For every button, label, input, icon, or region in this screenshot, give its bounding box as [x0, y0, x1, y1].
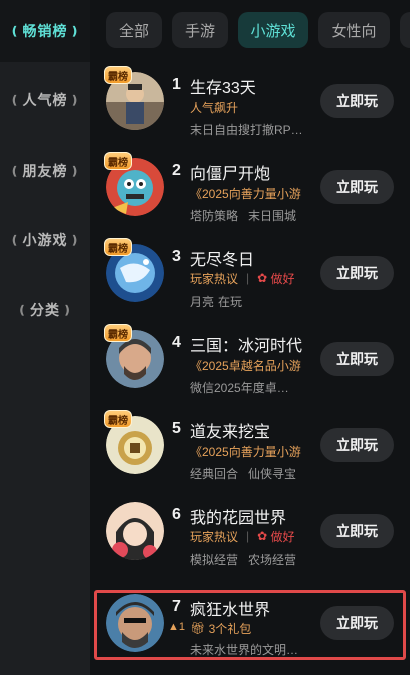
- game-tag: 人气飙升: [190, 101, 239, 115]
- game-genres: 塔防策略 末日围城: [190, 207, 306, 224]
- game-subtitle: 末日自由搜打撤RP…: [190, 123, 303, 137]
- genre-label: 农场经营: [248, 553, 297, 567]
- hot-label: 玩家热议: [190, 529, 239, 544]
- friends-playing: 月亮 在玩: [190, 293, 252, 310]
- top-rank-badge: 霸榜: [104, 66, 132, 84]
- laurel-left-icon: ❪: [9, 93, 21, 107]
- rank-number: 5: [172, 420, 181, 437]
- sidebar-item-label: 人气榜: [22, 92, 68, 108]
- play-now-button[interactable]: 立即玩: [320, 514, 394, 548]
- top-rank-badge: 霸榜: [104, 152, 132, 170]
- top-rank-badge: 霸榜: [104, 410, 132, 428]
- rank-number: 4: [172, 334, 181, 351]
- sidebar-item-label: 畅销榜: [22, 23, 68, 39]
- playing-label: 在玩: [218, 295, 243, 309]
- friend-name: 月亮: [190, 295, 215, 309]
- game-ranking-list: 霸榜 1 生存33天 人气飙升 末日自由搜打撤RP… 立即玩 霸榜 2 向僵尸开…: [90, 62, 410, 675]
- top-rank-badge: 霸榜: [104, 324, 132, 342]
- laurel-right-icon: ❫: [69, 233, 81, 247]
- game-title: 道友来挖宝: [190, 424, 271, 441]
- sidebar-item-label: 分类: [30, 302, 60, 318]
- list-item[interactable]: 霸榜 2 向僵尸开炮 《2025向善力量小游 塔防策略 末日围城 立即玩: [90, 148, 410, 234]
- divider: |: [246, 529, 250, 543]
- game-title: 三国：冰河时代: [190, 338, 303, 355]
- tab-label: 女性向: [331, 22, 377, 40]
- list-item[interactable]: 霸榜 1 生存33天 人气飙升 末日自由搜打撤RP… 立即玩: [90, 62, 410, 148]
- play-now-button[interactable]: 立即玩: [320, 428, 394, 462]
- list-item[interactable]: 6 我的花园世界 玩家热议 | ✿ 做好 模拟经营 农场经营 立即玩: [90, 492, 410, 578]
- hot-label: 玩家热议: [190, 271, 239, 286]
- award-tag: 《2025卓越名品小游: [190, 359, 301, 373]
- rank-number: 1: [172, 76, 181, 93]
- sidebar-item-label: 朋友榜: [22, 163, 68, 179]
- game-title: 向僵尸开炮: [190, 166, 271, 183]
- play-now-button[interactable]: 立即玩: [320, 256, 394, 290]
- genre-label: 模拟经营: [190, 553, 239, 567]
- sidebar-item-category[interactable]: ❪ 分类 ❫: [0, 290, 90, 330]
- genre-label: 塔防策略: [190, 209, 239, 223]
- play-now-button[interactable]: 立即玩: [320, 342, 394, 376]
- divider: |: [246, 271, 250, 285]
- game-genres: 经典回合 仙侠寻宝: [190, 465, 306, 482]
- genre-label: 经典回合: [190, 467, 239, 481]
- list-item[interactable]: 霸榜 5 道友来挖宝 《2025向善力量小游 经典回合 仙侠寻宝 立即玩: [90, 406, 410, 492]
- laurel-right-icon: ❫: [69, 164, 81, 178]
- hot-discussion: 玩家热议 | ✿ 做好: [190, 527, 295, 545]
- play-now-button[interactable]: 立即玩: [320, 84, 394, 118]
- game-title: 生存33天: [190, 80, 256, 97]
- tab-female[interactable]: 女性向: [318, 12, 390, 48]
- laurel-right-icon: ❫: [62, 303, 74, 317]
- award-tag: 《2025向善力量小游: [190, 187, 301, 201]
- rank-number: 2: [172, 162, 181, 179]
- list-item[interactable]: 霸榜 3 无尽冬日 玩家热议 | ✿ 做好 月亮 在玩 立即玩: [90, 234, 410, 320]
- sidebar-item-label: 小游戏: [22, 232, 68, 248]
- game-title: 我的花园世界: [190, 510, 287, 527]
- rank-number: 6: [172, 506, 181, 523]
- tab-all[interactable]: 全部: [106, 12, 162, 48]
- tab-more[interactable]: [400, 12, 410, 48]
- genre-label: 仙侠寻宝: [248, 467, 297, 481]
- sidebar-item-bestseller[interactable]: ❪ 畅销榜 ❫: [0, 11, 90, 51]
- category-tabs: 全部 手游 小游戏 女性向: [90, 0, 410, 62]
- tab-label: 手游: [184, 22, 215, 40]
- laurel-left-icon: ❪: [9, 24, 21, 38]
- rank-number: 3: [172, 248, 181, 265]
- selection-highlight: [94, 590, 406, 660]
- laurel-left-icon: ❪: [16, 303, 28, 317]
- game-title: 无尽冬日: [190, 252, 255, 269]
- good-label: 做好: [270, 529, 295, 544]
- list-item[interactable]: 霸榜 4 三国：冰河时代 《2025卓越名品小游 微信2025年度卓… 立即玩: [90, 320, 410, 406]
- garden-girl-avatar: [106, 502, 164, 560]
- game-subtitle: 微信2025年度卓…: [190, 381, 289, 395]
- flower-icon: ✿: [257, 529, 271, 543]
- laurel-right-icon: ❫: [69, 24, 81, 38]
- laurel-left-icon: ❪: [9, 233, 21, 247]
- good-label: 做好: [270, 271, 295, 286]
- hot-discussion: 玩家热议 | ✿ 做好: [190, 269, 295, 287]
- tab-minigames[interactable]: 小游戏: [238, 12, 308, 48]
- tab-label: 小游戏: [250, 22, 296, 40]
- sidebar-item-minigames[interactable]: ❪ 小游戏 ❫: [0, 220, 90, 260]
- tab-mobile[interactable]: 手游: [172, 12, 228, 48]
- laurel-left-icon: ❪: [9, 164, 21, 178]
- genre-label: 末日围城: [248, 209, 297, 223]
- top-rank-badge: 霸榜: [104, 238, 132, 256]
- ranking-sidebar: ❪ 畅销榜 ❫ ❪ 人气榜 ❫ ❪ 朋友榜 ❫ ❪ 小游戏 ❫ ❪ 分类 ❫: [0, 0, 90, 675]
- sidebar-item-popular[interactable]: ❪ 人气榜 ❫: [0, 80, 90, 120]
- laurel-right-icon: ❫: [69, 93, 81, 107]
- game-genres: 模拟经营 农场经营: [190, 551, 306, 568]
- award-tag: 《2025向善力量小游: [190, 445, 301, 459]
- sidebar-item-friends[interactable]: ❪ 朋友榜 ❫: [0, 151, 90, 191]
- play-now-button[interactable]: 立即玩: [320, 170, 394, 204]
- tab-label: 全部: [118, 22, 149, 40]
- flower-icon: ✿: [257, 271, 271, 285]
